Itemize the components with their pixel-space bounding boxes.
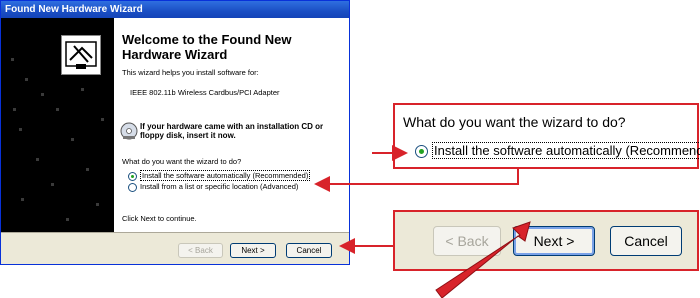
- arrow-to-small-option: [314, 169, 519, 192]
- arrows-overlay: [314, 145, 531, 298]
- arrow-pointer-icon: [435, 221, 531, 298]
